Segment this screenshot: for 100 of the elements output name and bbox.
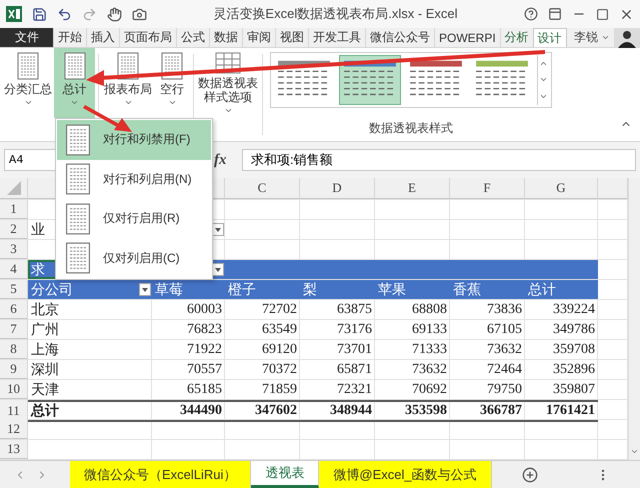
table-cell: 香蕉 bbox=[453, 280, 481, 298]
avatar[interactable] bbox=[614, 28, 640, 48]
table-cell: 68808 bbox=[412, 302, 447, 318]
table-cell: 天津 bbox=[31, 380, 59, 398]
ribbon-tab[interactable]: POWERPI bbox=[434, 28, 500, 47]
hand-icon[interactable] bbox=[107, 6, 122, 22]
ribbon-tab[interactable]: 页面布局 bbox=[119, 28, 176, 47]
menu-item[interactable]: 对行和列禁用(F) bbox=[57, 120, 211, 160]
sheet-tab[interactable]: 微博@Excel_函数与公式 bbox=[319, 461, 492, 488]
table-cell: 69120 bbox=[262, 342, 297, 358]
maximize-icon[interactable] bbox=[596, 8, 609, 20]
table-cell: 72702 bbox=[262, 302, 297, 318]
ribbon-button[interactable]: 总计 bbox=[54, 48, 95, 118]
ribbon-tab[interactable]: 公式 bbox=[176, 28, 209, 47]
row-header[interactable]: 12 bbox=[0, 420, 28, 439]
row-header[interactable]: 9 bbox=[0, 360, 28, 379]
table-cell: 352896 bbox=[553, 362, 595, 378]
table-cell: 广州 bbox=[31, 320, 59, 338]
insert-function-button[interactable]: fx bbox=[214, 152, 236, 168]
ribbon-tab[interactable]: 设计 bbox=[532, 28, 567, 47]
row-header[interactable]: 6 bbox=[0, 300, 28, 319]
filter-button[interactable] bbox=[212, 263, 224, 276]
document-icon bbox=[64, 52, 86, 80]
row-header[interactable]: 11 bbox=[0, 400, 28, 422]
table-cell: 73701 bbox=[337, 342, 372, 358]
table-cell: 63549 bbox=[262, 322, 297, 338]
row-header[interactable]: 13 bbox=[0, 440, 28, 459]
table-cell: 348944 bbox=[330, 403, 372, 419]
vertical-scrollbar[interactable] bbox=[628, 178, 640, 460]
table-cell: 深圳 bbox=[31, 360, 59, 378]
sheet-tab[interactable]: 透视表 bbox=[251, 461, 320, 488]
ribbon-tab[interactable]: 开始 bbox=[53, 28, 86, 47]
ribbon-tab[interactable]: 开发工具 bbox=[308, 28, 365, 47]
undo-icon[interactable] bbox=[57, 6, 72, 22]
table-cell: 73632 bbox=[412, 362, 447, 378]
caret-icon bbox=[215, 228, 221, 232]
row-header[interactable]: 8 bbox=[0, 340, 28, 359]
table-cell: 339224 bbox=[553, 302, 595, 318]
formula-field[interactable]: 求和项:销售额 bbox=[242, 149, 636, 171]
caret-icon bbox=[142, 288, 148, 292]
table-cell: 60003 bbox=[187, 302, 222, 318]
column-header[interactable]: C bbox=[225, 178, 300, 199]
table-cell: 359708 bbox=[553, 342, 595, 358]
table-style-swatch[interactable] bbox=[339, 55, 401, 105]
table-cell: 69133 bbox=[412, 322, 447, 338]
column-header[interactable]: E bbox=[375, 178, 450, 199]
table-cell: 71859 bbox=[262, 382, 297, 398]
row-header[interactable]: 1 bbox=[0, 200, 28, 219]
table-cell: 79750 bbox=[487, 382, 522, 398]
table-cell: 353598 bbox=[405, 403, 447, 419]
save-icon[interactable] bbox=[32, 6, 47, 22]
table-cell: 70372 bbox=[262, 362, 297, 378]
table-cell: 总计 bbox=[528, 280, 556, 298]
annotation-arrow bbox=[83, 105, 132, 132]
row-header[interactable]: 5 bbox=[0, 280, 28, 299]
table-cell: 橙子 bbox=[228, 280, 256, 298]
file-tab[interactable]: 文件 bbox=[0, 28, 53, 47]
ribbon-tab[interactable]: 插入 bbox=[86, 28, 119, 47]
group-label: 数据透视表样式 bbox=[369, 120, 453, 137]
row-header[interactable]: 3 bbox=[0, 240, 28, 259]
table-cell: 草莓 bbox=[155, 280, 183, 298]
ribbon-display-icon[interactable] bbox=[548, 7, 562, 21]
sheet-tab[interactable]: 微信公众号（ExcelLiRui） bbox=[70, 461, 252, 488]
caret-icon bbox=[70, 98, 79, 107]
table-cell: 63875 bbox=[337, 302, 372, 318]
filter-button[interactable] bbox=[212, 223, 224, 236]
table-cell: 72321 bbox=[337, 382, 372, 398]
table-cell: 347602 bbox=[255, 403, 297, 419]
column-header[interactable]: G bbox=[525, 178, 598, 199]
table-cell: 总计 bbox=[31, 402, 59, 420]
row-header[interactable]: 2 bbox=[0, 220, 28, 239]
app-icon[interactable] bbox=[6, 6, 22, 22]
table-cell: 1761421 bbox=[546, 403, 595, 419]
caret-icon bbox=[601, 33, 610, 42]
row-header[interactable]: 4 bbox=[0, 260, 28, 279]
window-title: 灵活变换Excel数据透视表布局.xlsx - Excel bbox=[212, 5, 459, 23]
caret-icon bbox=[224, 106, 232, 115]
user-name[interactable]: 李锐 bbox=[574, 29, 598, 46]
column-header[interactable]: D bbox=[300, 178, 375, 199]
ribbon-tab[interactable]: 数据 bbox=[209, 28, 242, 47]
camera-icon[interactable] bbox=[132, 6, 147, 22]
table-cell: 求 bbox=[31, 260, 45, 278]
ribbon-button[interactable]: 分类汇总 bbox=[2, 48, 54, 141]
ribbon-tab[interactable]: 微信公众号 bbox=[365, 28, 434, 47]
scroll-down-icon[interactable] bbox=[630, 447, 639, 456]
ribbon-tab[interactable]: 审阅 bbox=[242, 28, 275, 47]
caret-icon bbox=[168, 98, 176, 107]
table-cell: 北京 bbox=[31, 300, 59, 318]
table-cell: 71922 bbox=[187, 342, 222, 358]
table-cell: 梨 bbox=[303, 280, 317, 298]
document-icon bbox=[65, 202, 91, 235]
caret-icon bbox=[124, 98, 132, 107]
help-icon[interactable] bbox=[524, 7, 538, 21]
filter-button[interactable] bbox=[139, 283, 151, 296]
column-header[interactable]: F bbox=[450, 178, 525, 199]
ribbon-tab[interactable]: 视图 bbox=[275, 28, 308, 47]
table-cell: 73836 bbox=[487, 302, 522, 318]
caret-icon bbox=[24, 98, 32, 107]
row-header[interactable]: 10 bbox=[0, 380, 28, 399]
row-header[interactable]: 7 bbox=[0, 320, 28, 339]
